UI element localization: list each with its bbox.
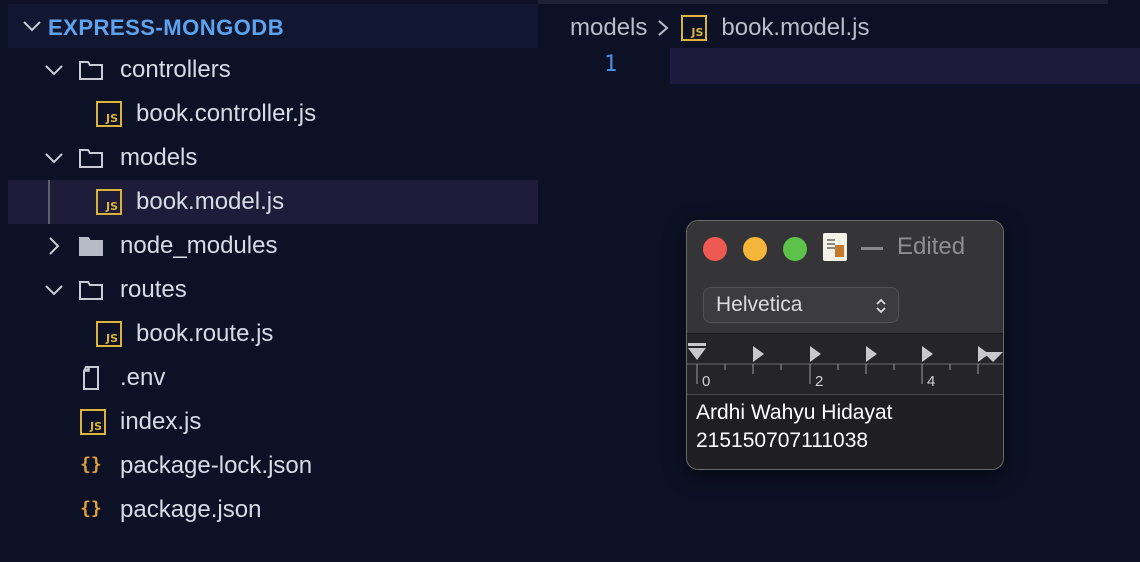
chevron-down-icon: [45, 153, 63, 164]
chevron-down-icon: [23, 21, 41, 32]
document-body[interactable]: Ardhi Wahyu Hidayat 215150707111038: [687, 395, 1003, 469]
document-icon[interactable]: [823, 233, 847, 261]
tree-item-package[interactable]: {} package.json: [8, 488, 538, 532]
breadcrumb-file[interactable]: book.model.js: [721, 14, 869, 42]
ruler-label: 4: [927, 373, 936, 390]
tab-stop-marker: [810, 346, 821, 362]
tree-item-controllers[interactable]: controllers: [8, 48, 538, 92]
font-family-value: Helvetica: [716, 293, 803, 316]
close-button[interactable]: [703, 237, 727, 261]
title-separator: [861, 247, 883, 250]
tree-item-label: book.model.js: [136, 188, 285, 215]
tree-item-label: models: [120, 144, 198, 171]
explorer-panel: EXPRESS-MONGODB controllers JS book.cont…: [0, 0, 538, 562]
ruler-marks: [687, 343, 1003, 384]
chevron-down-icon: [45, 285, 63, 296]
left-indent-marker: [688, 348, 706, 360]
folder-open-icon: [79, 149, 103, 168]
json-icon: {}: [80, 454, 102, 475]
explorer-root-folder[interactable]: EXPRESS-MONGODB: [8, 4, 538, 48]
tree-item-label: book.controller.js: [136, 100, 317, 127]
breadcrumb-folder[interactable]: models: [570, 14, 647, 42]
ruler-label: 2: [815, 373, 824, 390]
indent-guide: [48, 180, 50, 224]
folder-closed-icon: [79, 237, 103, 256]
tab-stop-marker: [753, 346, 764, 362]
document-line: Ardhi Wahyu Hidayat: [696, 401, 893, 424]
right-margin-marker: [983, 352, 1003, 362]
tree-item-routes[interactable]: routes: [8, 268, 538, 312]
first-line-indent-marker: [688, 343, 706, 346]
js-file-icon: JS: [96, 101, 122, 127]
tree-item-label: controllers: [120, 56, 231, 83]
breadcrumb: models JS book.model.js: [570, 12, 869, 44]
js-file-icon: JS: [96, 189, 122, 215]
tree-item-label: routes: [120, 276, 187, 303]
tree-item-models[interactable]: models: [8, 136, 538, 180]
tree-item-index[interactable]: JS index.js: [8, 400, 538, 444]
tree-item-label: book.route.js: [136, 320, 274, 347]
chevron-right-icon: [658, 20, 669, 36]
chevron-right-icon: [49, 237, 60, 255]
folder-open-icon: [79, 281, 103, 300]
explorer-root-title: EXPRESS-MONGODB: [48, 15, 285, 40]
folder-open-icon: [79, 61, 103, 80]
tree-item-book-controller[interactable]: JS book.controller.js: [8, 92, 538, 136]
tab-stop-marker: [866, 346, 877, 362]
tab-bar-edge: [538, 0, 1108, 4]
zoom-button[interactable]: [783, 237, 807, 261]
line-number: 1: [604, 52, 618, 77]
chevron-down-icon: [45, 65, 63, 76]
current-line-highlight: [670, 48, 1140, 84]
tree-item-label: package.json: [120, 496, 262, 523]
document-text[interactable]: Ardhi Wahyu Hidayat 215150707111038: [696, 399, 892, 455]
updown-chevron-icon: [876, 298, 886, 314]
minimize-button[interactable]: [743, 237, 767, 261]
js-file-icon: JS: [80, 409, 106, 435]
tree-item-label: node_modules: [120, 232, 278, 259]
textedit-window: Edited Helvetica 0 2 4 Ardhi Wahyu Hiday…: [686, 220, 1004, 470]
tree-item-label: package-lock.json: [120, 452, 313, 479]
window-title-status: Edited: [897, 233, 966, 260]
js-file-icon: JS: [681, 15, 708, 41]
json-icon: {}: [80, 498, 102, 519]
textedit-titlebar[interactable]: Edited Helvetica: [687, 221, 1003, 333]
tree-item-book-route[interactable]: JS book.route.js: [8, 312, 538, 356]
tree-item-package-lock[interactable]: {} package-lock.json: [8, 444, 538, 488]
font-family-select[interactable]: Helvetica: [703, 287, 899, 323]
tree-item-node-modules[interactable]: node_modules: [8, 224, 538, 268]
tree-item-book-model[interactable]: JS book.model.js: [8, 180, 538, 224]
file-icon: [83, 366, 99, 390]
tree-item-env[interactable]: .env: [8, 356, 538, 400]
document-line: 215150707111038: [696, 429, 869, 452]
js-file-icon: JS: [96, 321, 122, 347]
ruler-label: 0: [702, 373, 711, 390]
ruler[interactable]: 0 2 4: [687, 333, 1003, 395]
tab-stop-marker: [922, 346, 933, 362]
tree-item-label: .env: [120, 364, 166, 391]
tree-item-label: index.js: [120, 408, 202, 435]
